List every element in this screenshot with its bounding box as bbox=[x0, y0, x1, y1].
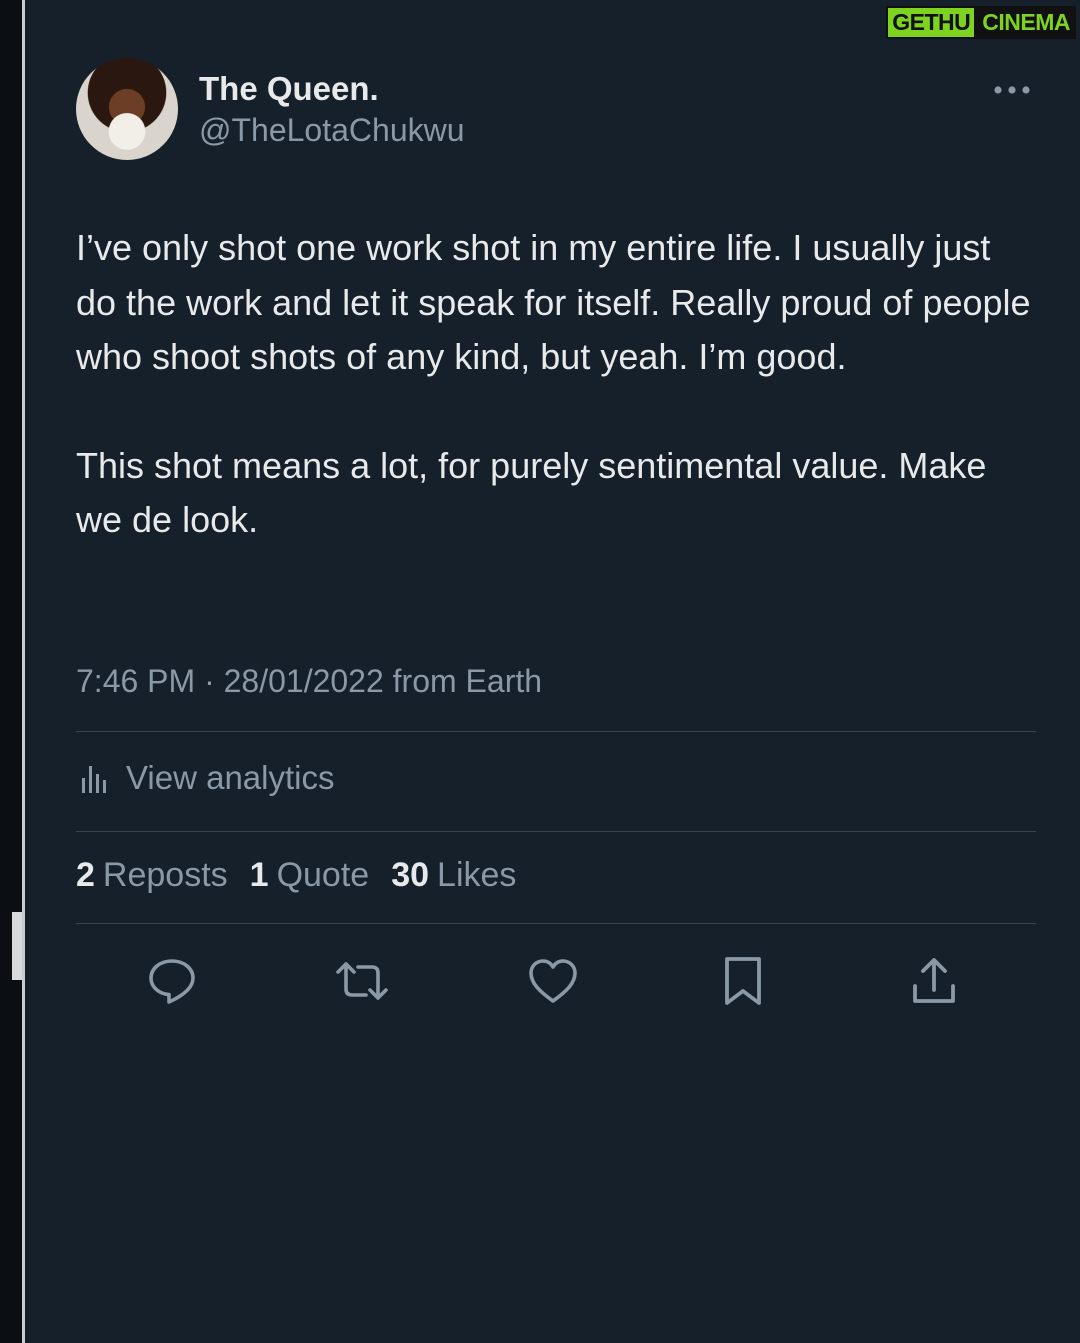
likes-label: Likes bbox=[437, 856, 517, 894]
left-edge-divider bbox=[22, 0, 25, 1343]
watermark-part2: CINEMA bbox=[976, 5, 1076, 39]
quotes-label: Quote bbox=[276, 856, 370, 894]
scrollbar-thumb[interactable] bbox=[12, 912, 22, 980]
heart-icon bbox=[527, 957, 579, 1005]
bookmark-button[interactable] bbox=[713, 951, 773, 1011]
tweet-detail: The Queen. @TheLotaChukwu I’ve only shot… bbox=[76, 56, 1036, 1005]
share-button[interactable] bbox=[904, 951, 964, 1011]
view-analytics-label: View analytics bbox=[126, 759, 335, 796]
repost-button[interactable] bbox=[332, 951, 392, 1011]
tweet-timestamp[interactable]: 7:46 PM · 28/01/2022 from Earth bbox=[76, 663, 542, 700]
engagement-stats: 2 Reposts 1 Quote 30 Likes bbox=[76, 856, 538, 900]
reposts-count: 2 bbox=[76, 856, 95, 894]
reposts-stat[interactable]: 2 Reposts bbox=[76, 856, 228, 895]
action-bar bbox=[76, 951, 1036, 1011]
divider bbox=[76, 831, 1036, 832]
repost-icon bbox=[334, 955, 390, 1007]
tweet-paragraph-1: I’ve only shot one work shot in my entir… bbox=[76, 227, 1031, 377]
reply-button[interactable] bbox=[142, 951, 202, 1011]
user-handle[interactable]: @TheLotaChukwu bbox=[199, 112, 465, 149]
tweet-header: The Queen. @TheLotaChukwu bbox=[76, 56, 1036, 162]
tweet-text: I’ve only shot one work shot in my entir… bbox=[76, 221, 1036, 548]
like-button[interactable] bbox=[523, 951, 583, 1011]
watermark-part1: GETHU bbox=[886, 5, 977, 39]
quotes-stat[interactable]: 1 Quote bbox=[250, 856, 370, 895]
divider bbox=[76, 923, 1036, 924]
watermark-logo: GETHU CINEMA bbox=[886, 5, 1076, 39]
more-options-icon[interactable] bbox=[992, 80, 1032, 100]
likes-count: 30 bbox=[391, 856, 430, 894]
view-analytics-link[interactable]: View analytics bbox=[76, 756, 335, 800]
divider bbox=[76, 731, 1036, 732]
left-edge-strip bbox=[0, 0, 22, 1343]
avatar[interactable] bbox=[76, 58, 178, 160]
reposts-label: Reposts bbox=[102, 856, 228, 894]
likes-stat[interactable]: 30 Likes bbox=[391, 856, 516, 895]
bar-chart-icon bbox=[76, 760, 112, 796]
quotes-count: 1 bbox=[249, 856, 269, 894]
bookmark-icon bbox=[721, 955, 765, 1007]
share-icon bbox=[910, 956, 958, 1006]
tweet-paragraph-2: This shot means a lot, for purely sentim… bbox=[76, 444, 987, 541]
display-name[interactable]: The Queen. bbox=[199, 70, 379, 108]
reply-icon bbox=[146, 955, 198, 1007]
